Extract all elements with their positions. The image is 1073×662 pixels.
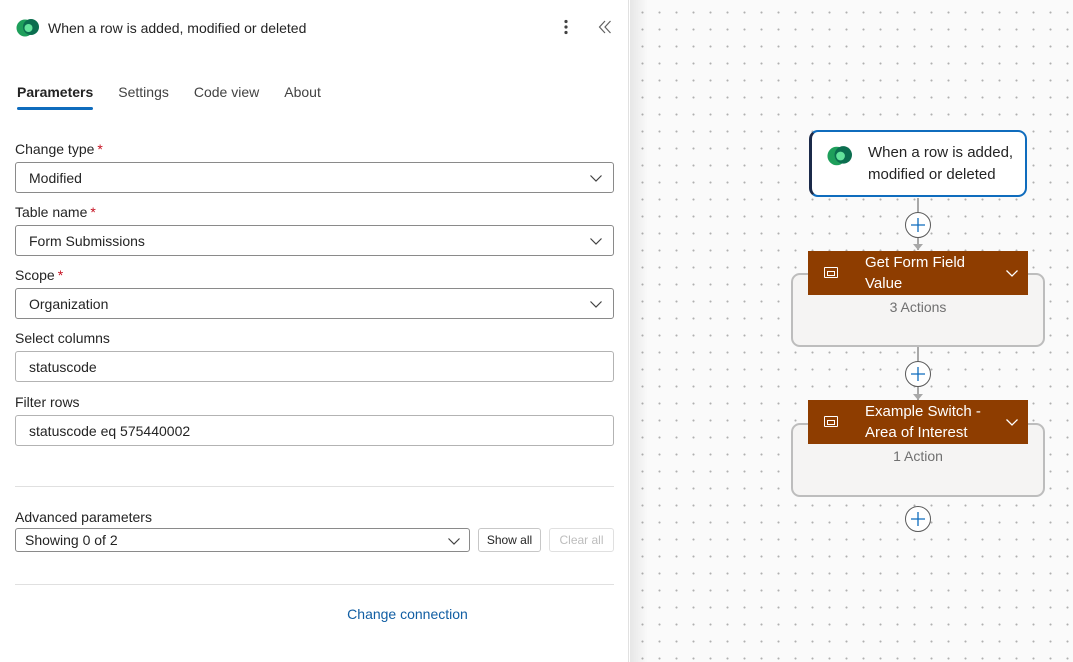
panel-header: When a row is added, modified or deleted	[16, 15, 616, 41]
add-icon	[911, 218, 925, 232]
dataverse-logo-icon	[826, 144, 852, 166]
select-columns-input[interactable]: statuscode	[15, 351, 614, 382]
change-type-dropdown[interactable]: Modified	[15, 162, 614, 193]
advanced-parameters-dropdown[interactable]: Showing 0 of 2	[15, 528, 470, 552]
filter-rows-value: statuscode eq 575440002	[29, 422, 191, 439]
scope-icon	[824, 267, 838, 278]
add-icon	[911, 512, 925, 526]
details-panel: When a row is added, modified or deleted…	[0, 0, 629, 662]
more-vertical-icon[interactable]	[556, 17, 576, 37]
scope-title: Get Form Field Value	[865, 254, 966, 292]
change-connection-label: Change connection	[347, 606, 468, 622]
scope-action-count: 1 Action	[893, 448, 943, 464]
required-mark: *	[57, 267, 64, 283]
required-mark: *	[97, 141, 103, 157]
add-icon	[911, 367, 925, 381]
filter-rows-label: Filter rows	[15, 394, 80, 410]
clear-all-button[interactable]: Clear all	[549, 528, 614, 552]
change-connection-link[interactable]: Change connection	[0, 606, 629, 622]
scope-header[interactable]: Get Form Field Value	[808, 251, 1028, 295]
add-step-button[interactable]	[905, 361, 931, 387]
table-name-dropdown[interactable]: Form Submissions	[15, 225, 614, 256]
scope-value: Organization	[29, 295, 109, 312]
scope-icon	[824, 416, 838, 427]
scope-label: Scope *	[15, 267, 64, 283]
tab-code-view[interactable]: Code view	[194, 82, 259, 110]
chevron-down-icon	[590, 301, 602, 308]
tab-parameters[interactable]: Parameters	[17, 82, 94, 110]
scope-action-count: 3 Actions	[889, 299, 947, 315]
chevron-down-icon[interactable]	[1005, 266, 1019, 280]
panel-title: When a row is added, modified or deleted	[48, 20, 307, 36]
required-mark: *	[90, 204, 96, 220]
connector-arrow	[913, 244, 923, 250]
change-type-value: Modified	[29, 169, 82, 186]
divider	[15, 584, 614, 585]
chevron-down-icon	[590, 238, 602, 245]
scope-header[interactable]: Example Switch - Area of Interest	[808, 400, 1028, 444]
add-step-button[interactable]	[905, 506, 931, 532]
panel-tabs: Parameters Settings Code view About	[17, 82, 346, 110]
advanced-parameters-value: Showing 0 of 2	[25, 532, 118, 548]
add-step-button[interactable]	[905, 212, 931, 238]
filter-rows-input[interactable]: statuscode eq 575440002	[15, 415, 614, 446]
scope-dropdown[interactable]: Organization	[15, 288, 614, 319]
table-name-value: Form Submissions	[29, 232, 145, 249]
table-name-label: Table name *	[15, 204, 96, 220]
chevron-down-icon	[590, 175, 602, 182]
change-type-label: Change type *	[15, 141, 103, 157]
select-columns-value: statuscode	[29, 358, 97, 375]
scope-title: Example Switch - Area of Interest	[865, 403, 981, 441]
dataverse-logo-icon	[16, 17, 40, 39]
trigger-card[interactable]: When a row is added, modified or deleted	[809, 130, 1027, 197]
select-columns-label: Select columns	[15, 330, 110, 346]
tab-about[interactable]: About	[284, 82, 321, 110]
show-all-button[interactable]: Show all	[478, 528, 541, 552]
chevron-down-icon[interactable]	[1005, 415, 1019, 429]
tab-settings[interactable]: Settings	[118, 82, 169, 110]
divider	[15, 486, 614, 487]
chevron-down-icon	[448, 538, 460, 545]
collapse-panel-icon[interactable]	[594, 16, 616, 38]
trigger-title: When a row is added, modified or deleted	[868, 143, 1014, 183]
advanced-parameters-label: Advanced parameters	[15, 509, 152, 525]
